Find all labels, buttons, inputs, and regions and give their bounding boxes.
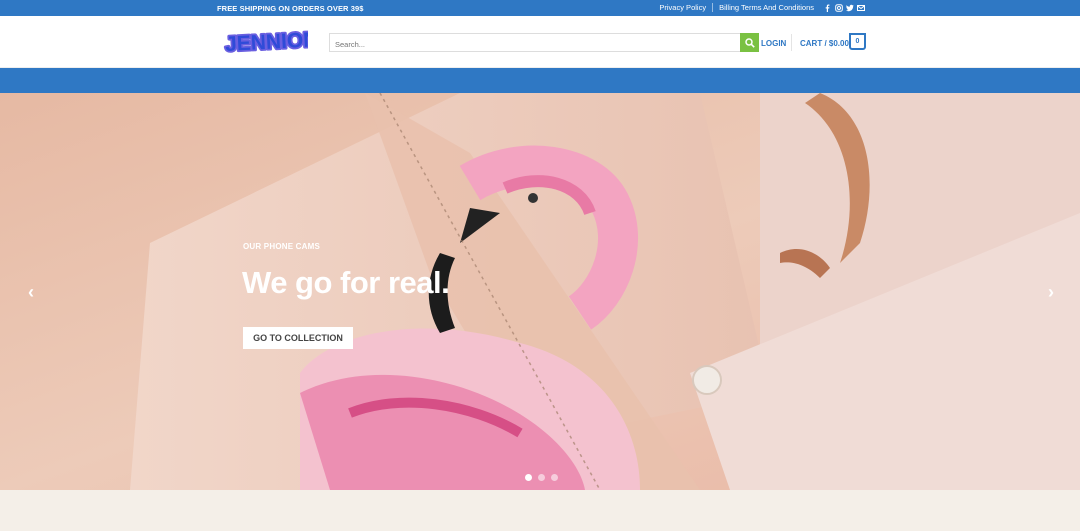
hero-eyebrow: OUR PHONE CAMS <box>243 242 321 251</box>
slider-dot-1[interactable] <box>525 474 532 481</box>
slider-dot-2[interactable] <box>538 474 545 481</box>
go-to-collection-button[interactable]: GO TO COLLECTION <box>243 327 353 349</box>
instagram-icon[interactable] <box>835 3 843 12</box>
slider-dots <box>525 474 558 481</box>
hero-image <box>0 93 1080 490</box>
search-button[interactable] <box>740 33 759 52</box>
billing-terms-link[interactable]: Billing Terms And Conditions <box>719 3 814 12</box>
site-header: JENNION JENNION LOGIN CART / $0.00 0 <box>0 16 1080 68</box>
divider <box>791 34 792 51</box>
login-link[interactable]: LOGIN <box>761 39 786 48</box>
main-nav-bar <box>0 68 1080 93</box>
privacy-policy-link[interactable]: Privacy Policy <box>659 3 706 12</box>
cart-link[interactable]: CART / $0.00 <box>800 39 849 48</box>
hero-headline: We go for real. <box>242 265 450 300</box>
cart-count-badge[interactable]: 0 <box>849 33 866 50</box>
slider-prev-arrow[interactable]: ‹ <box>23 282 39 302</box>
search-box <box>329 33 759 53</box>
slider-next-arrow[interactable]: › <box>1043 282 1059 302</box>
facebook-icon[interactable] <box>824 4 831 12</box>
social-icons <box>824 3 865 12</box>
divider <box>712 3 714 12</box>
twitter-icon[interactable] <box>846 4 854 12</box>
site-logo[interactable]: JENNION JENNION <box>222 26 321 57</box>
search-input[interactable] <box>330 36 730 53</box>
slider-dot-3[interactable] <box>551 474 558 481</box>
hero-slider: OUR PHONE CAMS We go for real. GO TO COL… <box>0 93 1080 490</box>
top-links: Privacy Policy Billing Terms And Conditi… <box>659 3 865 12</box>
search-icon <box>744 37 755 48</box>
content-area <box>0 490 1080 531</box>
top-bar: FREE SHIPPING ON ORDERS OVER 39$ Privacy… <box>0 0 1080 16</box>
promo-text: FREE SHIPPING ON ORDERS OVER 39$ <box>217 4 364 13</box>
svg-text:JENNION: JENNION <box>225 28 308 56</box>
email-icon[interactable] <box>857 4 865 12</box>
